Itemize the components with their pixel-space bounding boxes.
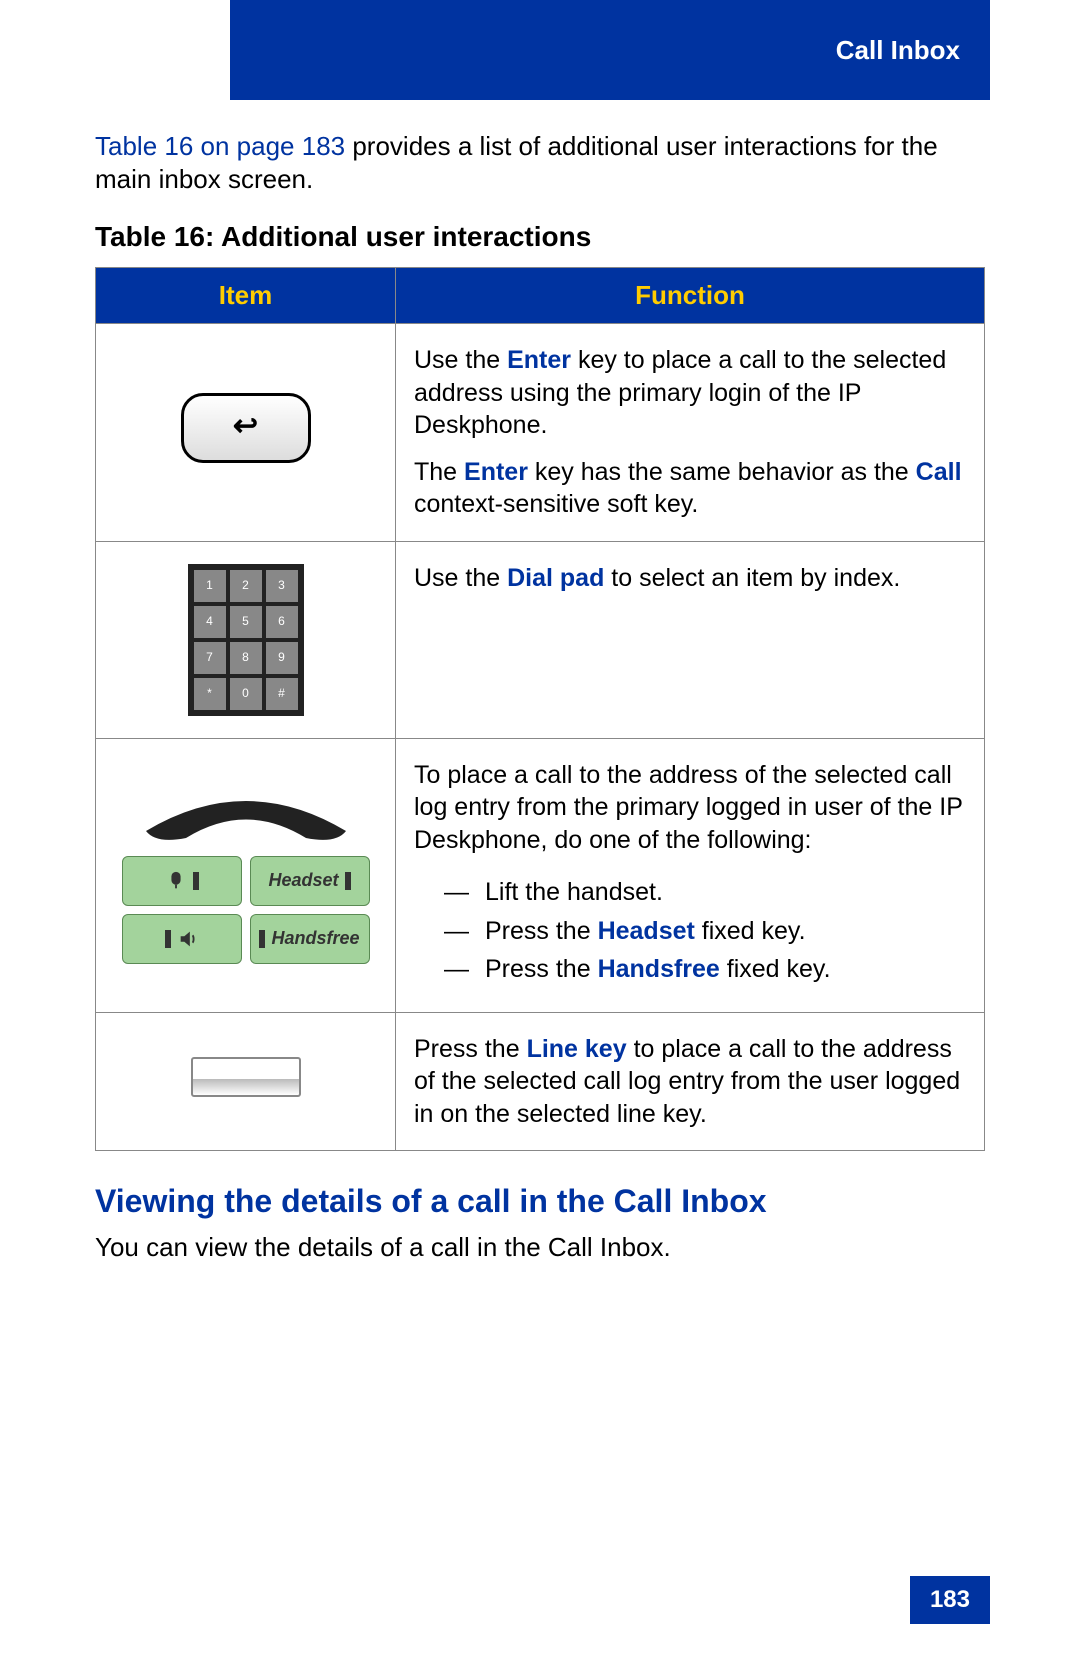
page-number: 183 xyxy=(910,1576,990,1624)
section-heading: Viewing the details of a call in the Cal… xyxy=(95,1183,985,1220)
term-headset: Headset xyxy=(598,917,695,945)
table-row: Press the Line key to place a call to th… xyxy=(96,1012,985,1151)
page-content: Table 16 on page 183 provides a list of … xyxy=(95,130,985,1263)
key: 3 xyxy=(266,570,298,602)
speaker-key-icon xyxy=(122,914,242,964)
key: 4 xyxy=(194,606,226,638)
key: 2 xyxy=(230,570,262,602)
function-cell-linekey: Press the Line key to place a call to th… xyxy=(396,1012,985,1151)
text: To place a call to the address of the se… xyxy=(414,761,962,854)
function-cell-enter: Use the Enter key to place a call to the… xyxy=(396,324,985,542)
key: 8 xyxy=(230,642,262,674)
text: fixed key. xyxy=(695,917,806,945)
text: Press the xyxy=(414,1035,527,1063)
key: # xyxy=(266,678,298,710)
function-cell-handset: To place a call to the address of the se… xyxy=(396,738,985,1012)
table-row: 1 2 3 4 5 6 7 8 9 * 0 # Use t xyxy=(96,541,985,738)
text: fixed key. xyxy=(720,955,831,983)
term-dial-pad: Dial pad xyxy=(507,564,604,592)
key: 7 xyxy=(194,642,226,674)
function-cell-dialpad: Use the Dial pad to select an item by in… xyxy=(396,541,985,738)
list-item: Lift the handset. xyxy=(444,876,966,909)
key: 0 xyxy=(230,678,262,710)
text: to select an item by index. xyxy=(604,564,900,592)
key: 9 xyxy=(266,642,298,674)
green-keys: Headset Handsfree xyxy=(122,856,370,964)
term-handsfree: Handsfree xyxy=(598,955,720,983)
text: Use the xyxy=(414,346,507,374)
key: 6 xyxy=(266,606,298,638)
header-bar: Call Inbox xyxy=(230,0,990,100)
handsfree-key-icon: Handsfree xyxy=(250,914,370,964)
handset-block: Headset Handsfree xyxy=(106,786,385,964)
body-paragraph: You can view the details of a call in th… xyxy=(95,1232,985,1263)
enter-key-icon xyxy=(181,393,311,463)
key: 1 xyxy=(194,570,226,602)
key: * xyxy=(194,678,226,710)
table-caption: Table 16: Additional user interactions xyxy=(95,221,985,253)
table-row: Headset Handsfree xyxy=(96,738,985,1012)
headset-key-icon: Headset xyxy=(250,856,370,906)
list-item: Press the Handsfree fixed key. xyxy=(444,953,966,986)
item-cell-handset: Headset Handsfree xyxy=(96,738,396,1012)
handsfree-label: Handsfree xyxy=(271,927,359,950)
term-call: Call xyxy=(916,458,962,486)
dial-pad-icon: 1 2 3 4 5 6 7 8 9 * 0 # xyxy=(188,564,304,716)
col-header-function: Function xyxy=(396,268,985,324)
mute-key-icon xyxy=(122,856,242,906)
item-cell-dialpad: 1 2 3 4 5 6 7 8 9 * 0 # xyxy=(96,541,396,738)
intro-paragraph: Table 16 on page 183 provides a list of … xyxy=(95,130,985,195)
col-header-item: Item xyxy=(96,268,396,324)
text: context-sensitive soft key. xyxy=(414,490,698,518)
term-enter: Enter xyxy=(507,346,571,374)
line-key-icon xyxy=(191,1057,301,1097)
key: 5 xyxy=(230,606,262,638)
headset-label: Headset xyxy=(268,869,338,892)
text: Press the xyxy=(485,917,598,945)
text: key has the same behavior as the xyxy=(528,458,916,486)
term-enter: Enter xyxy=(464,458,528,486)
item-cell-linekey xyxy=(96,1012,396,1151)
header-section-title: Call Inbox xyxy=(836,35,960,66)
table-cross-reference[interactable]: Table 16 on page 183 xyxy=(95,131,345,161)
interactions-table: Item Function Use the Enter key to place… xyxy=(95,267,985,1151)
text: Use the xyxy=(414,564,507,592)
table-row: Use the Enter key to place a call to the… xyxy=(96,324,985,542)
option-list: Lift the handset. Press the Headset fixe… xyxy=(414,876,966,986)
text: Press the xyxy=(485,955,598,983)
item-cell-enter xyxy=(96,324,396,542)
term-line-key: Line key xyxy=(527,1035,627,1063)
handset-icon xyxy=(136,786,356,846)
text: The xyxy=(414,458,464,486)
table-header-row: Item Function xyxy=(96,268,985,324)
list-item: Press the Headset fixed key. xyxy=(444,915,966,948)
text: Lift the handset. xyxy=(485,876,663,909)
